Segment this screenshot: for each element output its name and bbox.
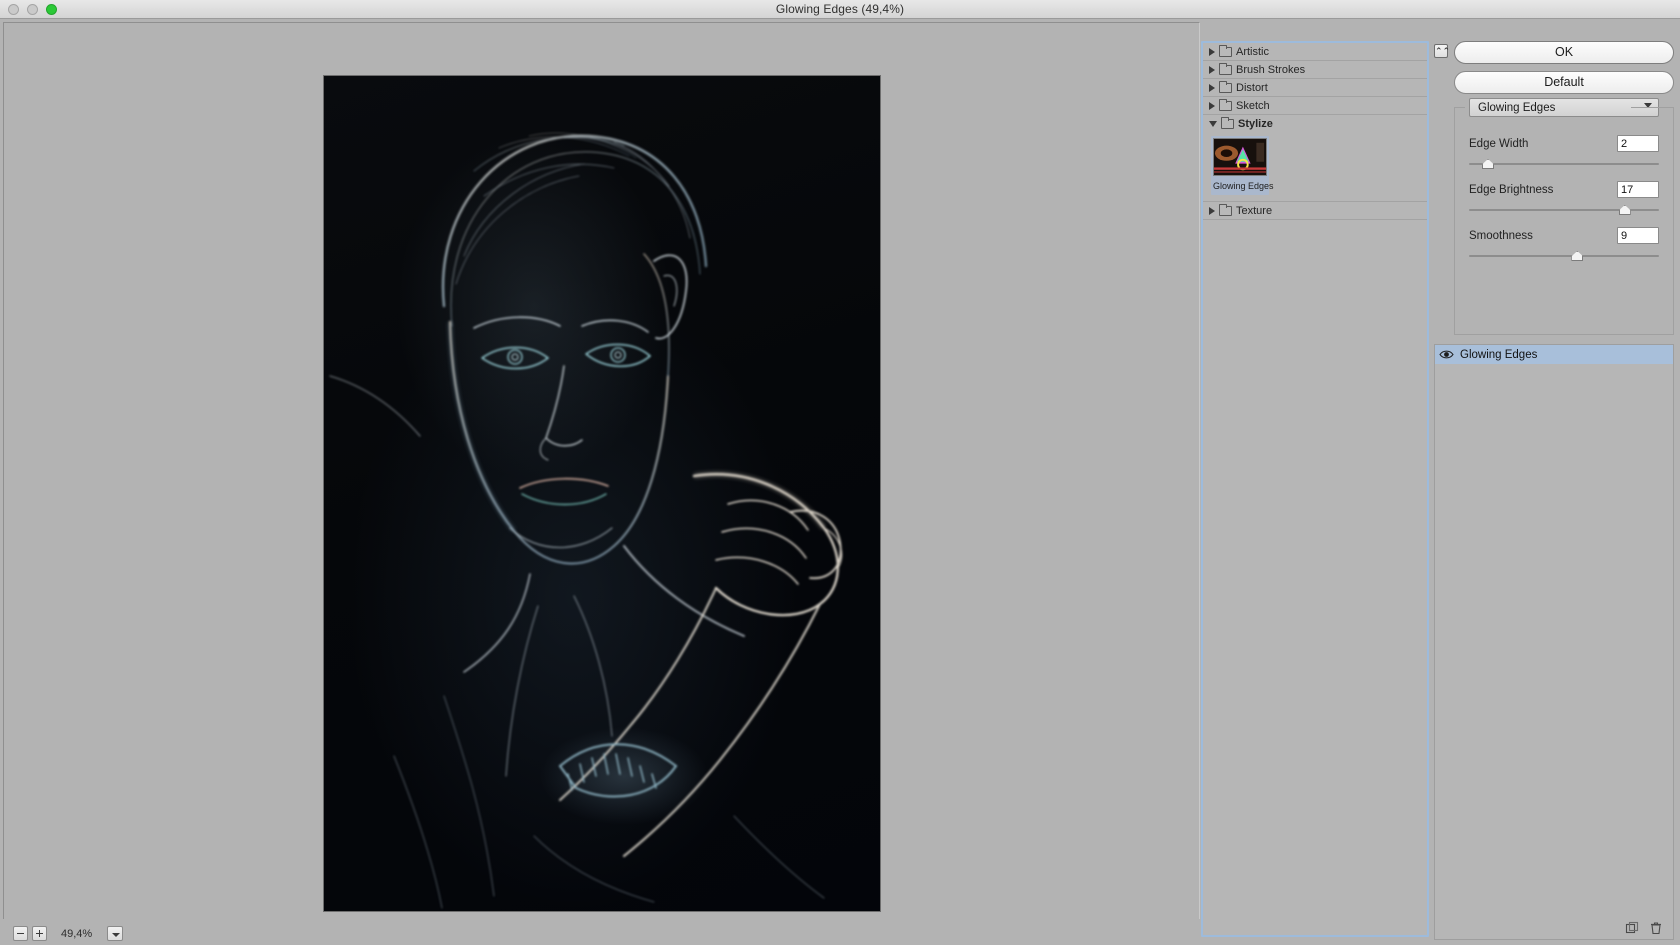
chevron-down-icon: [1644, 103, 1652, 108]
edge-brightness-input[interactable]: [1617, 181, 1659, 198]
action-buttons: OK Default: [1454, 41, 1674, 101]
filter-gallery-window: Glowing Edges (49,4%) 49,4% Artistic Bru…: [0, 0, 1680, 945]
param-label: Edge Width: [1469, 137, 1529, 150]
category-label: Stylize: [1238, 118, 1273, 130]
slider-knob[interactable]: [1482, 159, 1494, 169]
triangle-down-icon: [1209, 121, 1217, 127]
filter-thumbnail-image: [1213, 138, 1267, 176]
settings-column: ⌃⌃ OK Default Glowing Edges Edge Width 2…: [1430, 19, 1680, 945]
filter-category-artistic[interactable]: Artistic: [1203, 43, 1427, 61]
stylize-filter-thumbnails: Glowing Edges: [1203, 133, 1427, 202]
triangle-right-icon: [1209, 47, 1215, 56]
preview-area[interactable]: [3, 22, 1200, 919]
param-edge-brightness: Edge Brightness: [1469, 181, 1659, 218]
eye-icon[interactable]: [1438, 348, 1454, 362]
filtered-image-preview: [323, 76, 880, 911]
category-label: Texture: [1236, 204, 1273, 217]
filter-category-distort[interactable]: Distort: [1203, 79, 1427, 97]
smoothness-slider[interactable]: [1469, 250, 1659, 264]
ok-button[interactable]: OK: [1454, 41, 1674, 64]
slider-track: [1469, 163, 1659, 165]
triangle-right-icon: [1209, 206, 1215, 215]
edge-brightness-slider[interactable]: [1469, 204, 1659, 218]
slider-track: [1469, 255, 1659, 257]
slider-knob[interactable]: [1571, 251, 1584, 261]
zoom-level-label: 49,4%: [61, 927, 93, 940]
slider-knob[interactable]: [1618, 205, 1631, 215]
folder-icon: [1219, 98, 1232, 111]
category-label: Sketch: [1236, 99, 1270, 112]
param-label: Smoothness: [1469, 229, 1533, 242]
edge-width-slider[interactable]: [1469, 158, 1659, 172]
folder-icon: [1219, 44, 1232, 57]
smoothness-input[interactable]: [1617, 227, 1659, 244]
window-title-bar: Glowing Edges (49,4%): [0, 0, 1680, 19]
filter-browser-column: Artistic Brush Strokes Distort Sketch St…: [1200, 19, 1430, 945]
filter-category-stylize[interactable]: Stylize: [1203, 115, 1427, 133]
dialog-body: 49,4% Artistic Brush Strokes Distort Ske…: [0, 19, 1680, 945]
effect-layer-row[interactable]: Glowing Edges: [1435, 345, 1673, 364]
zoom-dropdown-icon[interactable]: [107, 926, 123, 941]
folder-icon: [1219, 203, 1232, 216]
edge-width-input[interactable]: [1617, 135, 1659, 152]
maximize-button[interactable]: [46, 3, 57, 15]
param-edge-width: Edge Width: [1469, 135, 1659, 172]
filter-category-sketch[interactable]: Sketch: [1203, 97, 1427, 115]
effect-layer-list[interactable]: Glowing Edges: [1435, 345, 1673, 917]
preview-column: 49,4%: [0, 19, 1200, 945]
filter-parameters-panel: Glowing Edges Edge Width Edge Bri: [1454, 98, 1674, 335]
trash-icon[interactable]: [1649, 921, 1663, 935]
zoom-in-button[interactable]: [32, 926, 47, 941]
effect-panel-footer: [1435, 917, 1673, 939]
window-title: Glowing Edges (49,4%): [775, 2, 905, 16]
category-label: Distort: [1236, 81, 1268, 94]
filter-select-dropdown[interactable]: Glowing Edges: [1469, 98, 1659, 117]
category-label: Artistic: [1236, 45, 1269, 58]
triangle-right-icon: [1209, 101, 1215, 110]
filter-select-value: Glowing Edges: [1478, 101, 1556, 114]
category-label: Brush Strokes: [1236, 63, 1306, 76]
param-smoothness: Smoothness: [1469, 227, 1659, 264]
folder-icon: [1221, 117, 1234, 129]
param-label: Edge Brightness: [1469, 183, 1554, 196]
window-controls: [0, 3, 57, 15]
filter-category-list[interactable]: Artistic Brush Strokes Distort Sketch St…: [1201, 41, 1429, 937]
effect-layers-panel: Glowing Edges: [1434, 344, 1674, 940]
folder-icon: [1219, 62, 1232, 75]
minimize-button[interactable]: [27, 3, 38, 15]
triangle-right-icon: [1209, 83, 1215, 92]
close-button[interactable]: [8, 3, 19, 15]
folder-icon: [1219, 80, 1232, 93]
triangle-right-icon: [1209, 65, 1215, 74]
preview-canvas[interactable]: [323, 76, 880, 911]
default-button[interactable]: Default: [1454, 71, 1674, 94]
filter-thumb-glowing-edges[interactable]: Glowing Edges: [1211, 136, 1274, 195]
filter-thumb-label: Glowing Edges: [1213, 181, 1274, 191]
new-effect-layer-icon[interactable]: [1625, 921, 1639, 935]
collapse-panel-icon[interactable]: ⌃⌃: [1434, 44, 1450, 58]
settings-header: ⌃⌃ OK Default: [1434, 41, 1674, 101]
zoom-toolbar: 49,4%: [3, 919, 1200, 945]
effect-layer-label: Glowing Edges: [1460, 348, 1538, 361]
zoom-out-button[interactable]: [13, 926, 28, 941]
filter-category-brush-strokes[interactable]: Brush Strokes: [1203, 61, 1427, 79]
filter-category-texture[interactable]: Texture: [1203, 202, 1427, 220]
